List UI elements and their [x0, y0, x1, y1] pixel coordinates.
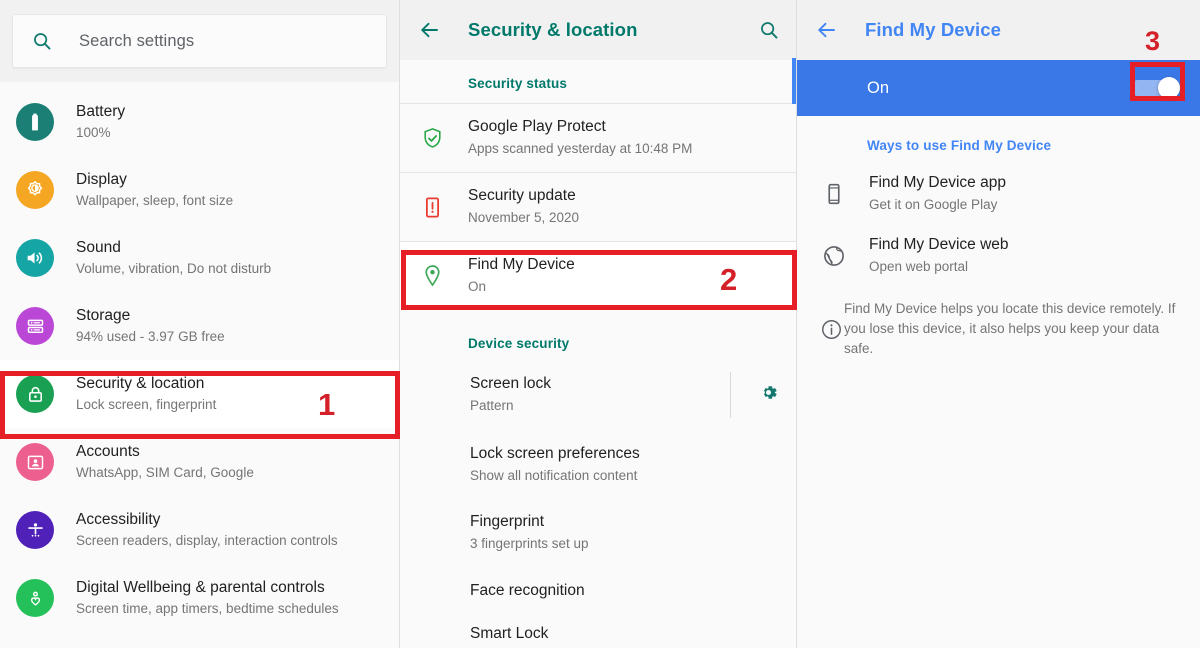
list-item-label: Screen lock: [470, 374, 551, 392]
search-input[interactable]: Search settings: [12, 14, 387, 68]
list-item-label: Find My Device app: [869, 174, 1006, 192]
sidebar-item-accessibility[interactable]: Accessibility Screen readers, display, i…: [0, 496, 399, 564]
list-item-label: Find My Device web: [869, 236, 1009, 254]
list-item-label: Security update: [468, 187, 576, 205]
brightness-icon: [16, 171, 54, 209]
section-header-device-security: Device security: [468, 335, 570, 351]
back-arrow-icon[interactable]: [815, 18, 839, 42]
sidebar-item-battery[interactable]: Battery 100%: [0, 88, 399, 156]
screen-lock-settings-cell: [716, 371, 780, 418]
battery-icon: [16, 103, 54, 141]
page-title: Find My Device: [865, 19, 1002, 40]
scrollbar[interactable]: [792, 58, 796, 104]
list-item-google-play-protect[interactable]: Google Play Protect Apps scanned yesterd…: [400, 104, 796, 172]
step-number-1: 1: [318, 387, 336, 422]
account-icon: [16, 443, 54, 481]
volume-icon: [16, 239, 54, 277]
list-item-security-update[interactable]: Security update November 5, 2020: [400, 173, 796, 241]
list-item-find-my-device-app[interactable]: Find My Device app Get it on Google Play: [797, 163, 1200, 225]
sidebar-item-sublabel: 100%: [76, 124, 111, 140]
phone-icon: [819, 179, 849, 209]
settings-list: Battery 100% Display Wallpaper, sleep, f…: [0, 82, 399, 632]
list-item-sublabel: Show all notification content: [470, 467, 638, 483]
list-item-label: Face recognition: [470, 581, 585, 599]
section-header-security-status: Security status: [468, 76, 568, 91]
step-number-2: 2: [720, 262, 738, 297]
list-item-fingerprint[interactable]: Fingerprint 3 fingerprints set up: [400, 499, 796, 567]
sidebar-item-label: Accessibility: [76, 510, 161, 528]
gear-icon[interactable]: [757, 381, 780, 409]
sidebar-item-digital-wellbeing[interactable]: Digital Wellbeing & parental controls Sc…: [0, 564, 399, 632]
search-icon: [31, 30, 53, 52]
sidebar-item-security-and-location[interactable]: Security & location Lock screen, fingerp…: [0, 360, 399, 428]
list-item-label: Fingerprint: [470, 512, 545, 530]
list-item-label: Lock screen preferences: [470, 444, 640, 462]
sidebar-item-sublabel: 94% used - 3.97 GB free: [76, 328, 225, 344]
sidebar-item-sublabel: Lock screen, fingerprint: [76, 396, 217, 412]
sidebar-item-accounts[interactable]: Accounts WhatsApp, SIM Card, Google: [0, 428, 399, 496]
list-item-find-my-device-web[interactable]: Find My Device web Open web portal: [797, 225, 1200, 287]
list-item-label: Smart Lock: [470, 625, 549, 643]
sidebar-item-label: Battery: [76, 102, 126, 120]
sidebar-item-label: Security & location: [76, 374, 205, 392]
step-number-3: 3: [1145, 26, 1161, 56]
find-my-device-info: Find My Device helps you locate this dev…: [797, 287, 1200, 369]
info-text: Find My Device helps you locate this dev…: [844, 301, 1176, 356]
find-my-device-panel: Find My Device On Ways to use Find My De…: [797, 0, 1200, 648]
search-icon[interactable]: [758, 19, 780, 41]
settings-panel: Search settings Battery 100% Display Wal…: [0, 0, 400, 648]
sidebar-item-sublabel: Volume, vibration, Do not disturb: [76, 260, 272, 276]
search-placeholder-text: Search settings: [79, 31, 195, 50]
sidebar-item-sound[interactable]: Sound Volume, vibration, Do not disturb: [0, 224, 399, 292]
shield-check-icon: [418, 124, 446, 152]
globe-icon: [819, 241, 849, 271]
vertical-divider: [730, 371, 731, 418]
list-item-label: Google Play Protect: [468, 118, 606, 136]
sidebar-item-label: Accounts: [76, 442, 140, 460]
location-pin-icon: [418, 262, 446, 290]
right-app-bar: Find My Device: [797, 0, 1200, 60]
back-arrow-icon[interactable]: [418, 18, 442, 42]
sidebar-item-sublabel: WhatsApp, SIM Card, Google: [76, 464, 254, 480]
list-item-smart-lock[interactable]: Smart Lock: [400, 616, 796, 648]
lock-icon: [16, 375, 54, 413]
sidebar-item-label: Sound: [76, 238, 121, 256]
list-item-sublabel: Get it on Google Play: [869, 197, 998, 213]
sidebar-item-sublabel: Screen readers, display, interaction con…: [76, 532, 338, 548]
wellbeing-icon: [16, 579, 54, 617]
list-item-sublabel: Open web portal: [869, 259, 969, 275]
section-header-ways-to-use: Ways to use Find My Device: [867, 138, 1052, 153]
list-item-screen-lock[interactable]: Screen lock Pattern: [400, 359, 796, 431]
mid-app-bar: Security & location: [400, 0, 796, 60]
phone-alert-icon: [418, 193, 446, 221]
find-my-device-toggle-row[interactable]: On: [797, 60, 1200, 116]
sidebar-item-sublabel: Screen time, app timers, bedtime schedul…: [76, 600, 339, 616]
find-my-device-switch[interactable]: [1130, 77, 1180, 99]
toggle-state-label: On: [867, 78, 890, 97]
list-item-sublabel: 3 fingerprints set up: [470, 535, 589, 551]
list-item-sublabel: November 5, 2020: [468, 210, 580, 226]
sidebar-item-storage[interactable]: Storage 94% used - 3.97 GB free: [0, 292, 399, 360]
page-title: Security & location: [468, 19, 638, 40]
sidebar-item-label: Display: [76, 170, 127, 188]
switch-knob: [1158, 77, 1180, 99]
list-item-sublabel: Apps scanned yesterday at 10:48 PM: [468, 141, 693, 157]
info-icon: [819, 317, 844, 347]
accessibility-icon: [16, 511, 54, 549]
storage-icon: [16, 307, 54, 345]
list-item-sublabel: Pattern: [470, 397, 514, 413]
search-bar-container: Search settings: [0, 0, 399, 82]
security-and-location-panel: Security & location Security status Goog…: [400, 0, 797, 648]
sidebar-item-label: Storage: [76, 306, 131, 324]
sidebar-item-display[interactable]: Display Wallpaper, sleep, font size: [0, 156, 399, 224]
list-item-face-recognition[interactable]: Face recognition: [400, 566, 796, 616]
list-item-lock-screen-preferences[interactable]: Lock screen preferences Show all notific…: [400, 431, 796, 499]
sidebar-item-sublabel: Wallpaper, sleep, font size: [76, 192, 234, 208]
sidebar-item-label: Digital Wellbeing & parental controls: [76, 578, 325, 596]
screenshot-root: Search settings Battery 100% Display Wal…: [0, 0, 1200, 648]
